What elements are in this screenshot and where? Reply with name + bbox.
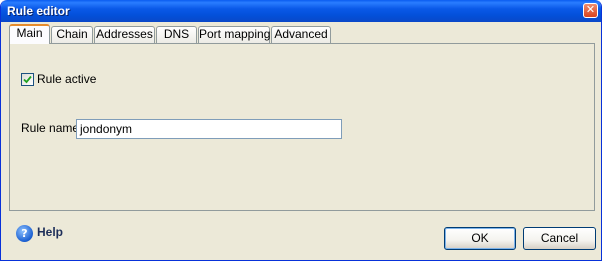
rule-editor-window: Rule editor ✕ Main Chain Addresses DNS P… [0, 0, 602, 261]
close-button[interactable]: ✕ [583, 3, 598, 18]
help-icon: ? [16, 225, 33, 242]
tab-label: Port mapping [199, 27, 271, 41]
tab-main[interactable]: Main [9, 24, 50, 44]
cancel-button[interactable]: Cancel [523, 227, 596, 250]
ok-label: OK [471, 231, 489, 245]
help-label: Help [37, 225, 64, 239]
tab-chain[interactable]: Chain [51, 26, 93, 43]
tab-label: Addresses [96, 27, 153, 41]
tab-label: DNS [163, 27, 190, 41]
rule-name-label: Rule name [21, 121, 80, 135]
tab-label: Main [16, 26, 43, 40]
checkmark-icon [23, 75, 32, 84]
rule-name-input[interactable]: jondonym [76, 119, 342, 139]
rule-active-label[interactable]: Rule active [37, 72, 96, 86]
ok-button[interactable]: OK [444, 227, 516, 250]
close-icon: ✕ [585, 3, 596, 16]
tab-addresses[interactable]: Addresses [94, 26, 155, 43]
tab-port-mapping[interactable]: Port mapping [198, 26, 270, 43]
tab-advanced[interactable]: Advanced [271, 26, 331, 43]
tab-label: Chain [56, 27, 88, 41]
tab-label: Advanced [274, 27, 328, 41]
window-title: Rule editor [7, 4, 70, 18]
tab-dns[interactable]: DNS [156, 26, 197, 43]
title-bar[interactable]: Rule editor ✕ [1, 0, 601, 22]
rule-active-checkbox[interactable] [21, 73, 34, 86]
cancel-label: Cancel [540, 231, 579, 245]
